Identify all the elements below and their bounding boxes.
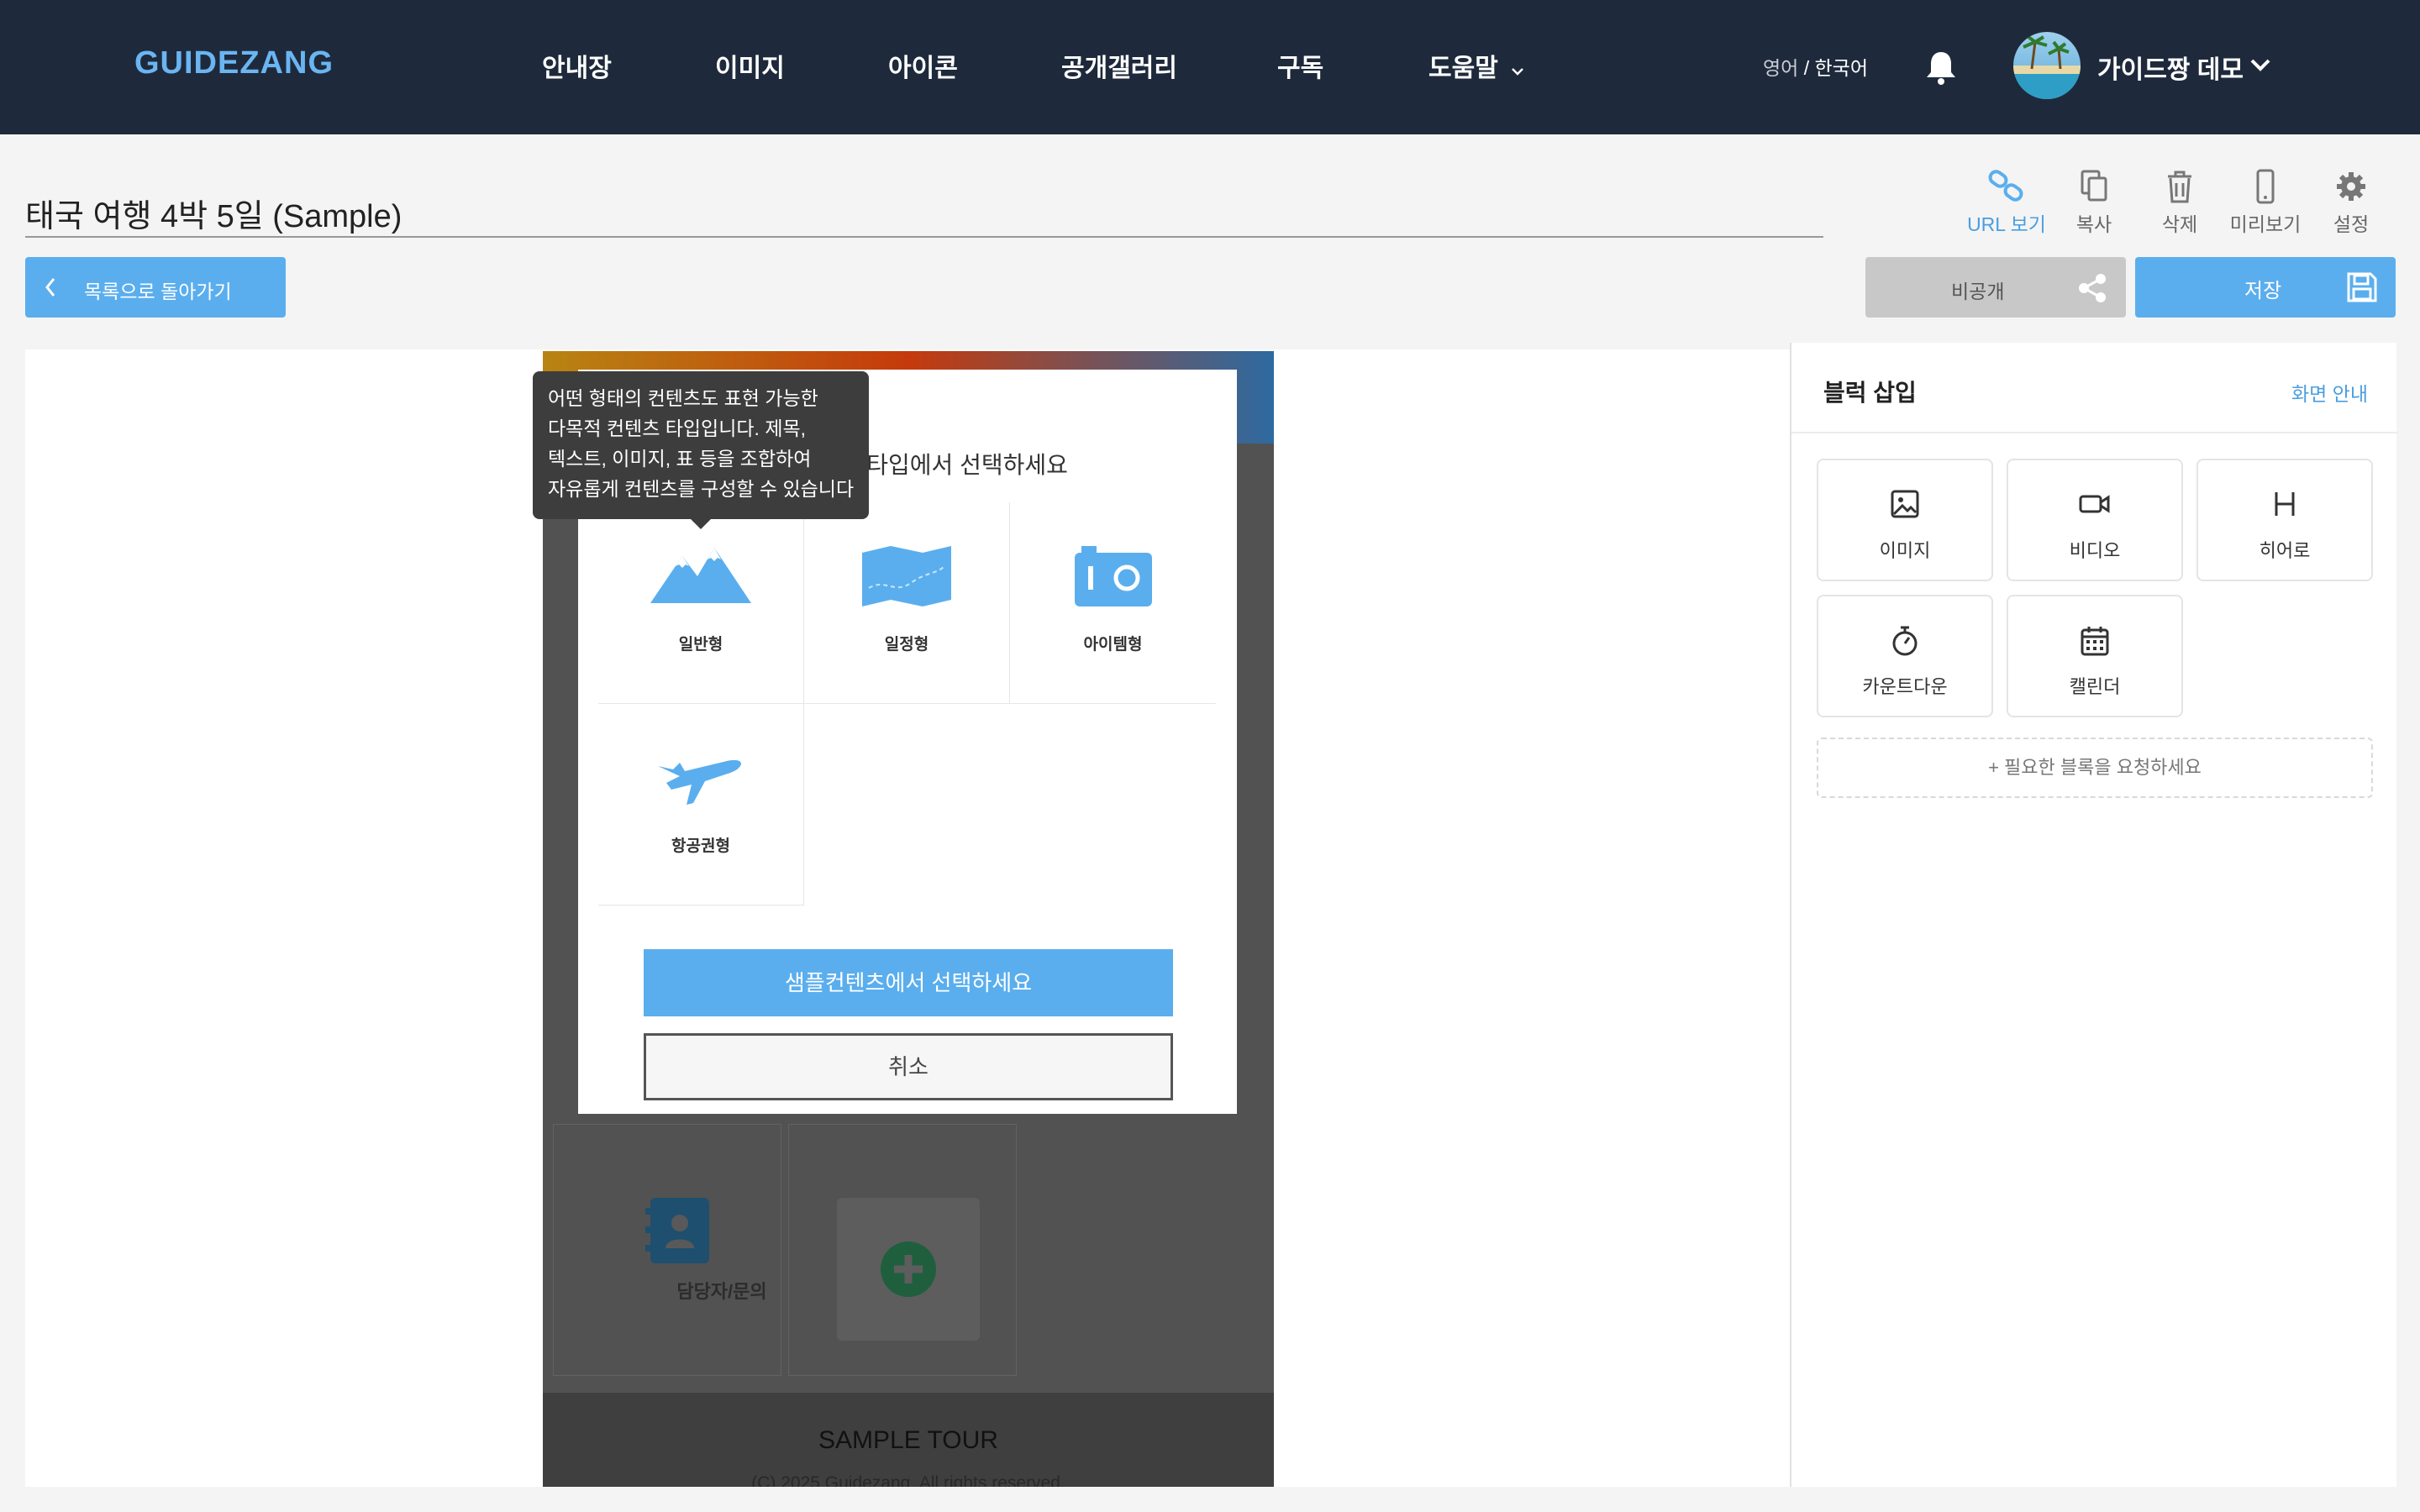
back-label: 목록으로 돌아가기 <box>84 281 232 302</box>
type-schedule-label: 일정형 <box>884 636 929 654</box>
block-hero-label: 히어로 <box>2259 540 2311 561</box>
type-general-label: 일반형 <box>678 636 723 654</box>
block-video-label: 비디오 <box>2069 540 2121 561</box>
save-label: 저장 <box>2244 280 2282 302</box>
avatar[interactable] <box>2013 32 2081 99</box>
nav-images[interactable]: 이미지 <box>715 47 785 84</box>
heading-icon <box>2275 492 2295 516</box>
lang-separator: / <box>1798 57 1815 79</box>
content-type-grid: 일반형 일정형 아이템형 항공권형 <box>598 502 1217 906</box>
page-title[interactable]: 태국 여행 4박 5일 (Sample) <box>25 190 402 236</box>
trash-icon <box>2168 171 2191 203</box>
tooltip-line: 다목적 컨텐츠 타입입니다. 제목, <box>548 417 807 439</box>
gear-icon <box>2337 172 2365 201</box>
private-share-button[interactable]: 비공개 <box>1865 257 2126 318</box>
link-icon <box>1988 170 2023 202</box>
cancel-button[interactable]: 취소 <box>644 1033 1173 1100</box>
screen-guide-link[interactable]: 화면 안내 <box>2291 378 2368 407</box>
logo[interactable]: GUIDEZANG <box>134 45 334 81</box>
type-general[interactable]: 일반형 <box>598 502 804 704</box>
url-view-button[interactable]: URL 보기 <box>1965 168 2049 237</box>
chevron-down-icon <box>1512 68 1524 76</box>
settings-label: 설정 <box>2333 213 2370 235</box>
request-block-button[interactable]: + 필요한 블록을 요청하세요 <box>1817 738 2373 798</box>
copy-label: 복사 <box>2075 213 2112 235</box>
sample-content-button[interactable]: 샘플컨텐츠에서 선택하세요 <box>644 949 1173 1016</box>
block-video[interactable]: 비디오 <box>2007 459 2183 581</box>
preview-label: 미리보기 <box>2229 213 2302 235</box>
preview-button[interactable]: 미리보기 <box>2223 168 2307 237</box>
nav-guide[interactable]: 안내장 <box>542 47 612 84</box>
block-countdown[interactable]: 카운트다운 <box>1817 595 1993 717</box>
type-item-label: 아이템형 <box>1083 636 1143 654</box>
image-icon <box>1891 490 1919 518</box>
add-block-placeholder <box>837 1198 980 1341</box>
type-schedule[interactable]: 일정형 <box>804 502 1010 704</box>
title-underline <box>25 236 1823 238</box>
nav-gallery[interactable]: 공개갤러리 <box>1061 47 1177 84</box>
panel-divider <box>1791 432 2398 433</box>
share-icon <box>2079 274 2106 302</box>
top-navbar: GUIDEZANG 안내장 이미지 아이콘 공개갤러리 구독 도움말 영어 / … <box>0 0 2420 134</box>
nav-icons[interactable]: 아이콘 <box>888 47 958 84</box>
chevron-down-icon[interactable] <box>2249 57 2272 74</box>
map-icon <box>862 546 951 606</box>
copy-icon <box>2081 170 2107 202</box>
settings-button[interactable]: 설정 <box>2309 168 2393 237</box>
panel-title: 블럭 삽입 <box>1823 380 1917 406</box>
block-countdown-label: 카운트다운 <box>1862 676 1948 697</box>
camera-icon <box>1074 546 1152 606</box>
nav-help-label: 도움말 <box>1428 55 1498 82</box>
tooltip-line: 텍스트, 이미지, 표 등을 조합하여 <box>548 448 812 470</box>
footer-title: SAMPLE TOUR <box>818 1426 998 1454</box>
type-flight[interactable]: 항공권형 <box>598 704 804 906</box>
calendar-icon <box>2081 627 2109 656</box>
block-image[interactable]: 이미지 <box>1817 459 1993 581</box>
url-view-label: URL 보기 <box>1967 213 2046 235</box>
chevron-left-icon <box>45 278 55 297</box>
block-image-label: 이미지 <box>1879 540 1931 561</box>
contact-label: 담당자/문의 <box>676 1281 767 1302</box>
floppy-disk-icon <box>2347 272 2377 302</box>
lang-english[interactable]: 영어 <box>1763 57 1798 79</box>
user-name[interactable]: 가이드짱 데모 <box>2097 49 2244 86</box>
type-item[interactable]: 아이템형 <box>1010 502 1216 704</box>
block-calendar[interactable]: 캘린더 <box>2007 595 2183 717</box>
tooltip: 어떤 형태의 컨텐츠도 표현 가능한 다목적 컨텐츠 타입입니다. 제목, 텍스… <box>533 371 869 529</box>
nav-subscribe[interactable]: 구독 <box>1277 47 1323 84</box>
contact-book-icon <box>645 1198 709 1263</box>
save-button[interactable]: 저장 <box>2135 257 2396 318</box>
tooltip-line: 어떤 형태의 컨텐츠도 표현 가능한 <box>548 387 818 409</box>
bell-icon[interactable] <box>1924 49 1958 86</box>
block-insert-panel: 블럭 삽입 화면 안내 이미지 비디오 히어로 카운트다운 캘린더 + 필요한 … <box>1790 343 2398 1487</box>
private-label: 비공개 <box>1951 281 2005 302</box>
delete-button[interactable]: 삭제 <box>2138 168 2222 237</box>
tooltip-line: 자유롭게 컨텐츠를 구성할 수 있습니다 <box>548 478 855 500</box>
mobile-icon <box>2256 169 2275 204</box>
block-calendar-label: 캘린더 <box>2069 676 2121 697</box>
nav-help[interactable]: 도움말 <box>1428 47 1525 84</box>
delete-label: 삭제 <box>2161 213 2198 235</box>
copy-button[interactable]: 복사 <box>2052 168 2136 237</box>
type-flight-label: 항공권형 <box>671 837 730 855</box>
tooltip-arrow <box>691 519 711 529</box>
airplane-icon <box>658 759 742 805</box>
language-switch[interactable]: 영어 / 한국어 <box>1763 52 1868 81</box>
lang-korean[interactable]: 한국어 <box>1815 57 1868 79</box>
footer-copyright: (C) 2025 Guidezang. All rights reserved. <box>751 1473 1065 1487</box>
stopwatch-icon <box>1892 626 1918 656</box>
plus-circle-icon <box>881 1242 936 1297</box>
block-hero[interactable]: 히어로 <box>2196 459 2373 581</box>
back-to-list-button[interactable]: 목록으로 돌아가기 <box>25 257 286 318</box>
mountain-icon <box>650 548 751 603</box>
video-icon <box>2079 495 2110 513</box>
